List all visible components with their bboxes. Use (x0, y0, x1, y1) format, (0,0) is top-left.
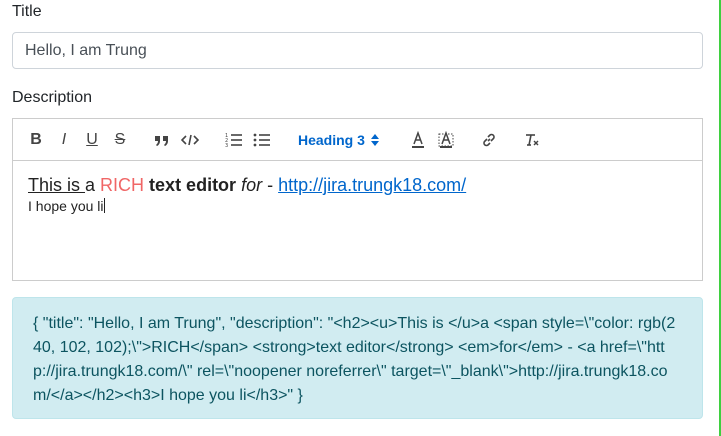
editor-heading-line: This is a RICH text editor for - http://… (28, 173, 687, 197)
colored-text: RICH (100, 175, 145, 195)
description-label: Description (12, 89, 93, 106)
ordered-list-icon: 1 2 3 (225, 133, 242, 148)
bold-button[interactable]: B (27, 130, 45, 150)
underline-icon: U (86, 131, 98, 148)
editor-content[interactable]: This is a RICH text editor for - http://… (13, 161, 702, 227)
editor-link[interactable]: http://jira.trungk18.com/ (278, 175, 466, 195)
heading-select[interactable]: Heading 3 (298, 130, 379, 150)
svg-text:3: 3 (225, 143, 228, 148)
subheading-text: I hope you li (28, 198, 104, 214)
code-button[interactable] (181, 130, 199, 150)
italic-button[interactable]: I (55, 130, 73, 150)
clear-format-button[interactable] (523, 130, 541, 150)
dash-text: - (262, 175, 279, 195)
rich-text-editor: B I U S 1 2 3 Heading 3 This is a RICH t… (12, 118, 703, 281)
code-icon (181, 134, 199, 146)
heading-select-value: Heading 3 (298, 132, 365, 148)
strikethrough-icon: S (114, 131, 126, 148)
font-color-icon (412, 131, 424, 148)
background-color-button[interactable] (437, 130, 455, 150)
link-button[interactable] (480, 130, 498, 150)
bullet-list-button[interactable] (253, 130, 271, 150)
bold-icon: B (30, 131, 42, 148)
plain-text: a (85, 175, 101, 195)
title-input[interactable] (12, 32, 703, 69)
bullet-list-icon (253, 133, 270, 147)
strikethrough-button[interactable]: S (111, 130, 129, 150)
editor-toolbar: B I U S 1 2 3 Heading 3 (13, 119, 702, 161)
chevron-up-down-icon (370, 134, 379, 146)
italic-text: for (241, 175, 263, 195)
clear-format-icon (526, 134, 539, 146)
text-caret (103, 198, 105, 213)
json-output: { "title": "Hello, I am Trung", "descrip… (12, 297, 703, 419)
bold-text: text editor (149, 175, 237, 195)
font-color-button[interactable] (409, 130, 427, 150)
blockquote-button[interactable] (153, 130, 171, 150)
editor-subheading-line: I hope you li (28, 197, 687, 215)
link-icon (483, 133, 495, 147)
underline-button[interactable]: U (83, 130, 101, 150)
title-label: Title (12, 3, 42, 20)
underlined-text: This is (28, 175, 86, 195)
ordered-list-button[interactable]: 1 2 3 (225, 130, 243, 150)
page: Title Description B I U S (0, 0, 721, 436)
quote-icon (155, 136, 168, 146)
background-color-icon (438, 131, 454, 148)
italic-icon: I (61, 131, 67, 148)
